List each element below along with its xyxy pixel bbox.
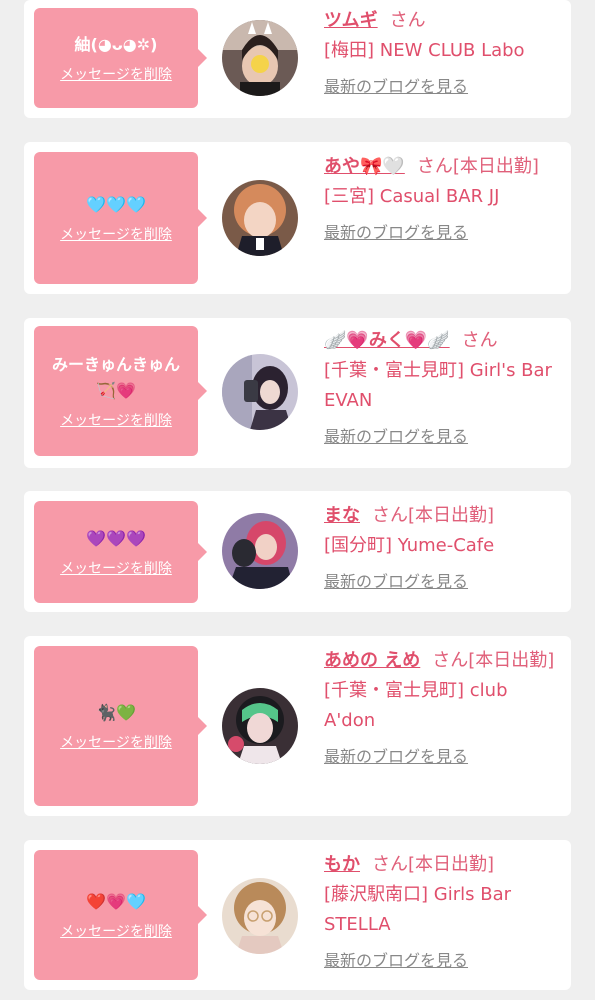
cast-suffix: さん [389, 10, 426, 31]
latest-blog-link[interactable]: 最新のブログを見る [324, 946, 564, 976]
cast-suffix: さん[本日出勤] [372, 854, 495, 875]
message-text: 紬(◕ᴗ◕✲) [74, 35, 158, 54]
shop-name: [梅田] NEW CLUB Labo [324, 40, 525, 61]
cast-name-link[interactable]: あめの えめ [324, 650, 420, 671]
cast-info: まな さん[本日出勤] [国分町] Yume-Cafe 最新のブログを見る [324, 501, 564, 597]
message-text: 💜💜💜 [86, 529, 146, 548]
message-bubble: 💜💜💜 メッセージを削除 [34, 501, 207, 603]
cast-info: あや🎀🤍 さん[本日出勤] [三宮] Casual BAR JJ 最新のブログを見… [324, 152, 564, 248]
delete-message-link[interactable]: メッセージを削除 [60, 64, 172, 84]
shop-name: [千葉・富士見町] Girl's Bar EVAN [324, 360, 552, 411]
latest-blog-link[interactable]: 最新のブログを見る [324, 742, 564, 772]
delete-message-link[interactable]: メッセージを削除 [60, 410, 172, 430]
message-bubble: 🩵🩵🩵 メッセージを削除 [34, 152, 207, 284]
avatar-photo-icon [222, 354, 298, 430]
delete-message-link[interactable]: メッセージを削除 [60, 921, 172, 941]
latest-blog-link[interactable]: 最新のブログを見る [324, 218, 564, 248]
latest-blog-link[interactable]: 最新のブログを見る [324, 422, 564, 452]
avatar-photo-icon [222, 513, 298, 589]
message-bubble: 紬(◕ᴗ◕✲) メッセージを削除 [34, 8, 207, 108]
cast-name-link[interactable]: ツムギ [324, 10, 378, 31]
message-card: 紬(◕ᴗ◕✲) メッセージを削除 ツムギ さん [梅田] NEW CLUB Lab… [24, 0, 571, 118]
cast-suffix: さん[本日出勤] [432, 650, 555, 671]
message-text: みーきゅんきゅん 🏹💗 [51, 355, 180, 400]
cast-info: 🪽💗みく💗🪽 さん [千葉・富士見町] Girl's Bar EVAN 最新のブロ… [324, 326, 564, 452]
shop-name: [三宮] Casual BAR JJ [324, 186, 500, 207]
cast-name-link[interactable]: もか [324, 854, 360, 875]
avatar-photo-icon [222, 878, 298, 954]
message-card: ❤️💗🩵 メッセージを削除 もか さん[本日出勤] [藤沢駅南口] Girls B… [24, 840, 571, 990]
shop-name: [藤沢駅南口] Girls Bar STELLA [324, 884, 511, 935]
message-bubble: 🐈‍⬛💚 メッセージを削除 [34, 646, 207, 806]
message-bubble: みーきゅんきゅん 🏹💗 メッセージを削除 [34, 326, 207, 456]
message-card: みーきゅんきゅん 🏹💗 メッセージを削除 🪽💗みく💗🪽 さん [千葉・富士見町] … [24, 318, 571, 468]
message-text: 🐈‍⬛💚 [96, 703, 136, 722]
avatar[interactable] [222, 20, 298, 96]
shop-name: [千葉・富士見町] club A'don [324, 680, 508, 731]
message-card: 🩵🩵🩵 メッセージを削除 あや🎀🤍 さん[本日出勤] [三宮] Casual BA… [24, 142, 571, 294]
cast-info: もか さん[本日出勤] [藤沢駅南口] Girls Bar STELLA 最新のブ… [324, 850, 564, 976]
cast-name-link[interactable]: 🪽💗みく💗🪽 [324, 330, 450, 351]
message-text: ❤️💗🩵 [86, 892, 146, 911]
cast-name-link[interactable]: あや🎀🤍 [324, 156, 405, 177]
avatar-photo-icon [222, 20, 298, 96]
avatar[interactable] [222, 878, 298, 954]
avatar-photo-icon [222, 688, 298, 764]
avatar[interactable] [222, 354, 298, 430]
message-list: 紬(◕ᴗ◕✲) メッセージを削除 ツムギ さん [梅田] NEW CLUB Lab… [0, 0, 595, 1000]
cast-name-link[interactable]: まな [324, 505, 360, 526]
avatar[interactable] [222, 688, 298, 764]
cast-info: ツムギ さん [梅田] NEW CLUB Labo 最新のブログを見る [324, 6, 564, 102]
latest-blog-link[interactable]: 最新のブログを見る [324, 72, 564, 102]
message-card: 🐈‍⬛💚 メッセージを削除 あめの えめ さん[本日出勤] [千葉・富士見町] c… [24, 636, 571, 816]
delete-message-link[interactable]: メッセージを削除 [60, 224, 172, 244]
message-bubble: ❤️💗🩵 メッセージを削除 [34, 850, 207, 980]
cast-info: あめの えめ さん[本日出勤] [千葉・富士見町] club A'don 最新のブ… [324, 646, 564, 772]
delete-message-link[interactable]: メッセージを削除 [60, 558, 172, 578]
delete-message-link[interactable]: メッセージを削除 [60, 732, 172, 752]
avatar[interactable] [222, 513, 298, 589]
message-card: 💜💜💜 メッセージを削除 まな さん[本日出勤] [国分町] Yume-Cafe … [24, 491, 571, 612]
cast-suffix: さん [461, 330, 498, 351]
avatar[interactable] [222, 180, 298, 256]
cast-suffix: さん[本日出勤] [372, 505, 495, 526]
message-text: 🩵🩵🩵 [86, 195, 146, 214]
latest-blog-link[interactable]: 最新のブログを見る [324, 567, 564, 597]
shop-name: [国分町] Yume-Cafe [324, 535, 495, 556]
avatar-photo-icon [222, 180, 298, 256]
cast-suffix: さん[本日出勤] [416, 156, 539, 177]
